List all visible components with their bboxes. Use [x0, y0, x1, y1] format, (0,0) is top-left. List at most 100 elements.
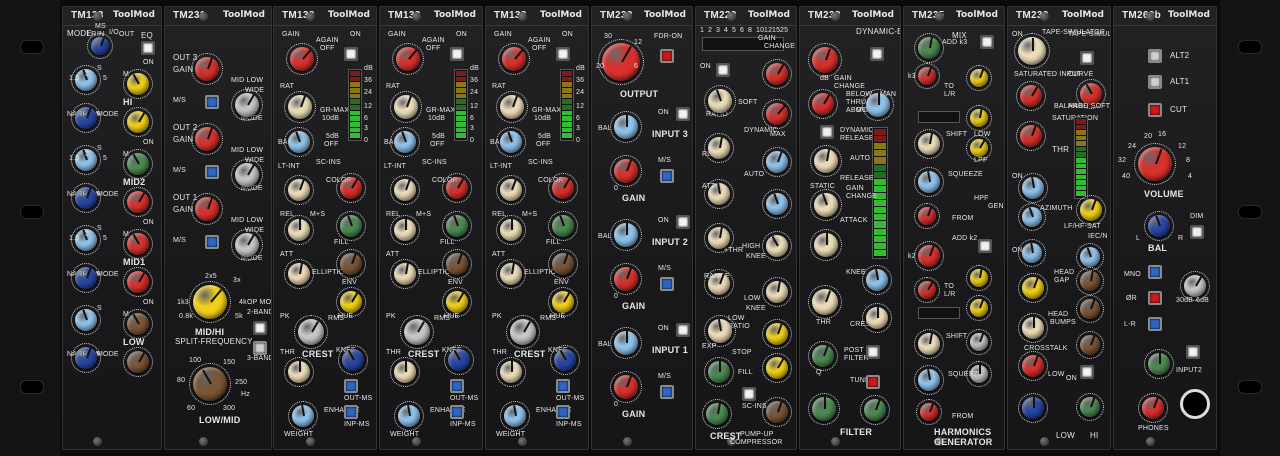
knob-scale [914, 241, 944, 271]
panel-label: ON [1012, 31, 1023, 38]
panel-label: 1.5 [69, 235, 80, 242]
white-button[interactable] [450, 47, 464, 61]
panel-label: INP-MS [450, 421, 476, 428]
panel-label: 12 [764, 27, 773, 34]
white-button[interactable] [253, 321, 267, 335]
panel-label: Hz [241, 391, 250, 398]
knob-scale [390, 357, 420, 387]
white-button[interactable] [866, 345, 880, 359]
meter-segment [562, 76, 572, 82]
blue-button[interactable] [205, 95, 219, 109]
blue-button[interactable] [556, 379, 570, 393]
knob-scale [1076, 393, 1104, 421]
panel-label: RMS [540, 315, 557, 322]
panel-label: THR [492, 349, 507, 356]
knob-scale [1016, 121, 1046, 151]
knob-scale [286, 43, 318, 75]
red-button[interactable] [866, 375, 880, 389]
headphone-jack[interactable] [1180, 389, 1210, 419]
panel-label: OUT [119, 31, 135, 38]
panel-label: FDR-ON [654, 33, 683, 40]
blue-button[interactable] [205, 235, 219, 249]
panel-label: 30 [604, 33, 613, 40]
white-button[interactable] [980, 35, 994, 49]
knob-scale [1134, 143, 1176, 185]
white-button[interactable] [716, 63, 730, 77]
panel-label: 4 [724, 27, 729, 34]
knob-scale [610, 263, 642, 295]
knob-scale [762, 59, 792, 89]
blue-button[interactable] [660, 169, 674, 183]
knob-scale [123, 309, 153, 339]
knob-scale [966, 295, 992, 321]
blue-button[interactable] [205, 165, 219, 179]
white-button[interactable] [978, 239, 992, 253]
knob-scale [1138, 393, 1168, 423]
white-button[interactable] [1080, 365, 1094, 379]
panel-label: ON [658, 325, 669, 332]
meter-segment [562, 122, 572, 127]
white-button[interactable] [676, 215, 690, 229]
knob-scale [808, 341, 838, 371]
knob-scale [123, 229, 153, 259]
panel-label: ATT [386, 251, 400, 258]
panel-label: 36 [364, 77, 373, 84]
white-button[interactable] [742, 387, 756, 401]
panel-label: GAIN [758, 35, 776, 42]
white-button[interactable] [870, 47, 884, 61]
red-button[interactable] [660, 49, 674, 63]
knob-scale [762, 397, 792, 427]
brand-logo: ToolMod [1062, 10, 1104, 20]
meter-segment [350, 99, 360, 104]
meter-segment [350, 110, 360, 116]
red-button[interactable] [1148, 103, 1162, 117]
white-button[interactable] [676, 323, 690, 337]
panel-label: 4k [239, 299, 247, 306]
white-button[interactable] [556, 47, 570, 61]
panel-label: 3 [85, 151, 90, 158]
brand-logo: ToolMod [1168, 10, 1210, 20]
panel-label: ATT [280, 251, 294, 258]
white-button[interactable] [1186, 345, 1200, 359]
panel-label: 1k3 [177, 299, 189, 306]
module-header: TM235 ToolMod [904, 7, 1004, 26]
panel-label: CHANGE [834, 83, 866, 90]
red-button[interactable] [1148, 291, 1162, 305]
white-button[interactable] [141, 41, 155, 55]
panel-label: dB [576, 65, 585, 72]
panel-label: 150 [223, 359, 236, 366]
blue-button[interactable] [450, 405, 464, 419]
panel-label: GAIN [622, 301, 646, 311]
grey-button[interactable] [253, 341, 267, 355]
meter-segment [1076, 146, 1086, 152]
blue-button[interactable] [344, 405, 358, 419]
grey-button[interactable] [1148, 75, 1162, 89]
white-button[interactable] [1190, 225, 1204, 239]
blue-button[interactable] [556, 405, 570, 419]
blue-button[interactable] [660, 277, 674, 291]
blue-button[interactable] [344, 379, 358, 393]
panel-label: 2x5 [205, 273, 217, 280]
grey-button[interactable] [1148, 49, 1162, 63]
knob-scale [1018, 393, 1048, 423]
blue-button[interactable] [450, 379, 464, 393]
panel-label: SHIFT [946, 333, 968, 340]
meter-segment [350, 127, 360, 133]
white-button[interactable] [344, 47, 358, 61]
panel-label: ON [562, 31, 573, 38]
meter-segment [456, 99, 466, 104]
panel-label: GAIN [388, 31, 406, 38]
white-button[interactable] [676, 107, 690, 121]
panel-label: SC-INS [316, 159, 341, 166]
knob-scale [191, 193, 223, 225]
meter-segment [350, 93, 360, 99]
blue-button[interactable] [1148, 317, 1162, 331]
white-button[interactable] [1080, 51, 1094, 65]
blue-button[interactable] [660, 385, 674, 399]
panel-label: 6 [634, 63, 639, 70]
blue-button[interactable] [1148, 265, 1162, 279]
white-button[interactable] [820, 125, 834, 139]
panel-label: 5k [235, 313, 243, 320]
knob-scale [1014, 33, 1050, 69]
panel-label: WEIGHT [284, 431, 314, 438]
